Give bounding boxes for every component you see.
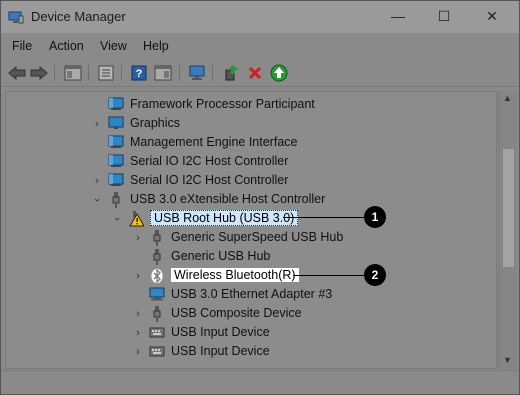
- keyboard-icon: [149, 344, 165, 358]
- tree-item-label: Serial IO I2C Host Controller: [130, 172, 289, 187]
- update-driver-icon[interactable]: [221, 63, 241, 83]
- menu-bar: File Action View Help: [1, 37, 519, 57]
- svg-text:?: ?: [136, 68, 143, 80]
- usb-controller-icon: [108, 191, 124, 208]
- maximize-icon: ☐: [437, 7, 451, 24]
- tree-item[interactable]: USB 3.0 Ethernet Adapter #3: [149, 284, 332, 303]
- close-icon: ✕: [486, 7, 498, 24]
- system-device-icon: [108, 97, 124, 111]
- bluetooth-icon: [149, 267, 165, 284]
- chevron-right-icon[interactable]: ›: [133, 309, 143, 320]
- callout-line: [283, 217, 365, 218]
- chevron-right-icon[interactable]: ›: [133, 233, 143, 244]
- usb-plug-icon: [149, 305, 165, 322]
- minimize-button[interactable]: —: [375, 1, 421, 31]
- tree-item-label-highlighted: Wireless Bluetooth(R): [171, 267, 299, 282]
- tree-item[interactable]: Generic USB Hub: [149, 246, 270, 265]
- help-icon[interactable]: ?: [129, 63, 149, 83]
- tree-item-wireless-bluetooth[interactable]: Wireless Bluetooth(R): [149, 265, 299, 284]
- keyboard-icon: [149, 325, 165, 339]
- tree-item[interactable]: Management Engine Interface: [108, 132, 297, 151]
- vertical-scrollbar[interactable]: ▲ ▼: [498, 91, 517, 369]
- callout-badge-1: 1: [364, 206, 386, 228]
- tree-item-label: USB 3.0 Ethernet Adapter #3: [171, 286, 333, 301]
- back-arrow-icon[interactable]: [7, 63, 27, 83]
- chevron-right-icon[interactable]: ›: [133, 271, 143, 282]
- title-bar: Device Manager — ☐ ✕: [1, 1, 519, 33]
- tree-item-label: Management Engine Interface: [130, 134, 298, 149]
- tree-item-label: USB Input Device: [171, 343, 270, 358]
- status-bar: [1, 370, 519, 394]
- device-tree[interactable]: Framework Processor Participant › Graphi…: [5, 91, 497, 369]
- scrollbar-thumb[interactable]: [503, 149, 514, 267]
- action-pane-icon[interactable]: [153, 63, 173, 83]
- system-device-icon: [108, 173, 124, 187]
- tree-item-label-selected: USB Root Hub (USB 3.0): [150, 209, 299, 226]
- tree-item[interactable]: Serial IO I2C Host Controller: [108, 151, 288, 170]
- chevron-right-icon[interactable]: ›: [133, 347, 143, 358]
- device-manager-window: Device Manager — ☐ ✕ File Action View He…: [0, 0, 520, 395]
- tree-item[interactable]: USB Composite Device: [149, 303, 302, 322]
- tree-item-label: Framework Processor Participant: [130, 96, 315, 111]
- toolbar-separator: [121, 65, 122, 81]
- usb-plug-icon: [149, 229, 165, 246]
- scan-hardware-icon[interactable]: [187, 63, 207, 83]
- network-adapter-icon: [149, 287, 165, 301]
- menu-view[interactable]: View: [100, 39, 127, 53]
- minimize-icon: —: [391, 8, 405, 24]
- forward-arrow-icon[interactable]: [29, 63, 49, 83]
- tree-item-label: Generic USB Hub: [171, 248, 271, 263]
- scroll-up-icon[interactable]: ▲: [503, 93, 512, 103]
- chevron-down-icon[interactable]: ›: [91, 195, 103, 205]
- tree-item[interactable]: Graphics: [108, 113, 180, 132]
- menu-action[interactable]: Action: [49, 39, 84, 53]
- menu-help[interactable]: Help: [143, 39, 169, 53]
- tree-item[interactable]: Serial IO I2C Host Controller: [108, 170, 288, 189]
- scroll-down-icon[interactable]: ▼: [503, 355, 512, 365]
- tree-item-label: Generic SuperSpeed USB Hub: [171, 229, 344, 244]
- tree-item[interactable]: Framework Processor Participant: [108, 94, 315, 113]
- enable-device-icon[interactable]: [269, 63, 289, 83]
- tree-item[interactable]: USB Input Device: [149, 322, 270, 341]
- chevron-down-icon[interactable]: ›: [111, 214, 123, 224]
- window-title: Device Manager: [31, 9, 126, 24]
- callout-badge-2: 2: [364, 264, 386, 286]
- system-device-icon: [108, 154, 124, 168]
- tree-item-label: USB Input Device: [171, 324, 270, 339]
- system-device-icon: [108, 135, 124, 149]
- tree-item-usb-root-hub[interactable]: USB Root Hub (USB 3.0): [128, 208, 299, 227]
- toolbar-separator: [212, 65, 213, 81]
- chevron-right-icon[interactable]: ›: [92, 176, 102, 187]
- tree-item-label: USB 3.0 eXtensible Host Controller: [130, 191, 326, 206]
- device-manager-icon: [8, 10, 24, 24]
- properties-icon[interactable]: [96, 63, 116, 83]
- tree-item-label: Graphics: [130, 115, 181, 130]
- usb-warning-icon: [128, 210, 145, 226]
- display-adapter-icon: [108, 116, 124, 130]
- tree-item[interactable]: USB Input Device: [149, 341, 270, 360]
- toolbar-separator: [179, 65, 180, 81]
- maximize-button[interactable]: ☐: [421, 1, 467, 31]
- tree-item-label: Serial IO I2C Host Controller: [130, 153, 289, 168]
- toolbar-separator: [54, 65, 55, 81]
- toolbar-separator: [88, 65, 89, 81]
- chevron-right-icon[interactable]: ›: [133, 328, 143, 339]
- callout-line: [293, 275, 365, 276]
- show-hide-tree-icon[interactable]: [63, 63, 83, 83]
- toolbar: ?: [1, 59, 519, 87]
- tree-item[interactable]: Generic SuperSpeed USB Hub: [149, 227, 343, 246]
- chevron-right-icon[interactable]: ›: [92, 119, 102, 130]
- tree-item[interactable]: USB 3.0 eXtensible Host Controller: [108, 189, 325, 208]
- tree-item-label: USB Composite Device: [171, 305, 302, 320]
- close-button[interactable]: ✕: [469, 1, 515, 31]
- usb-plug-icon: [149, 248, 165, 265]
- uninstall-device-icon[interactable]: [245, 63, 265, 83]
- menu-file[interactable]: File: [12, 39, 32, 53]
